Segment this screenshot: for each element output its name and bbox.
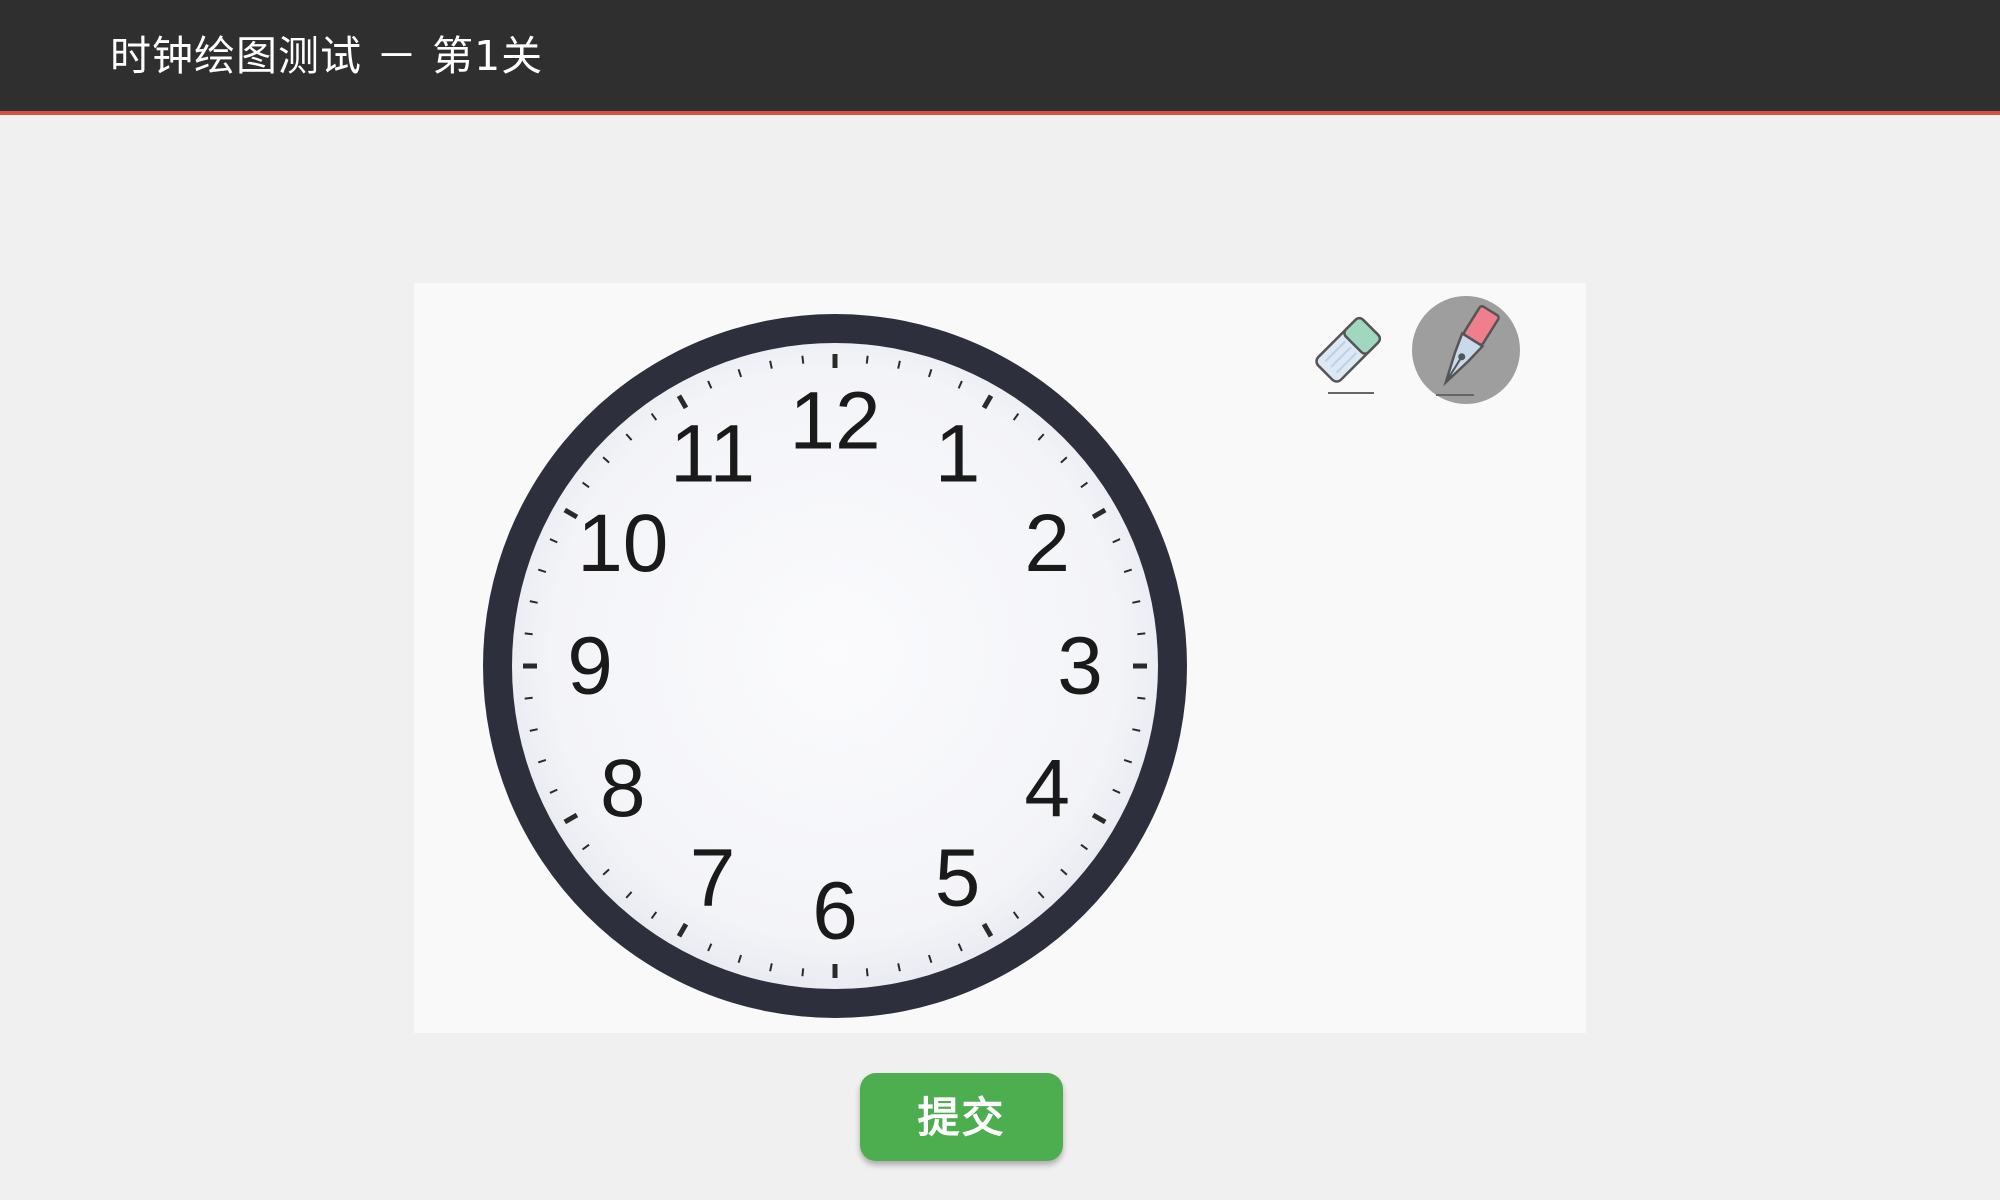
clock-numeral-1: 1 [935,408,981,499]
minute-tick [1137,696,1146,700]
drawing-canvas[interactable]: 12 1 2 3 4 5 6 7 8 9 10 11 [414,283,1586,1033]
clock-numeral-4: 4 [1024,743,1070,834]
clock-numeral-11: 11 [670,408,755,499]
minute-tick [524,696,533,700]
eraser-icon [1315,316,1382,394]
page-title: 时钟绘图测试 － 第1关 [110,32,544,80]
minute-tick [865,968,869,977]
minute-tick [801,355,805,364]
clock-numeral-3: 3 [1057,621,1103,712]
top-bar: 时钟绘图测试 － 第1关 [0,0,2000,115]
eraser-tool-button[interactable] [1294,296,1402,404]
clock-numeral-2: 2 [1024,498,1070,589]
clock-numeral-12: 12 [789,376,880,467]
clock-numeral-6: 6 [812,866,858,957]
clock-numeral-7: 7 [690,833,736,924]
minute-tick [1137,632,1146,636]
clock-numeral-9: 9 [567,621,613,712]
minute-tick [524,632,533,636]
clock-numeral-8: 8 [600,743,646,834]
pen-icon [1436,305,1500,396]
minute-tick [801,968,805,977]
minute-tick [865,355,869,364]
clock-numeral-10: 10 [577,498,668,589]
submit-button[interactable]: 提交 [860,1073,1063,1161]
clock-face: 12 12 3 45678 9 1011 [483,314,1187,1018]
clock-numeral-5: 5 [935,833,981,924]
pen-tool-button[interactable] [1412,296,1520,404]
